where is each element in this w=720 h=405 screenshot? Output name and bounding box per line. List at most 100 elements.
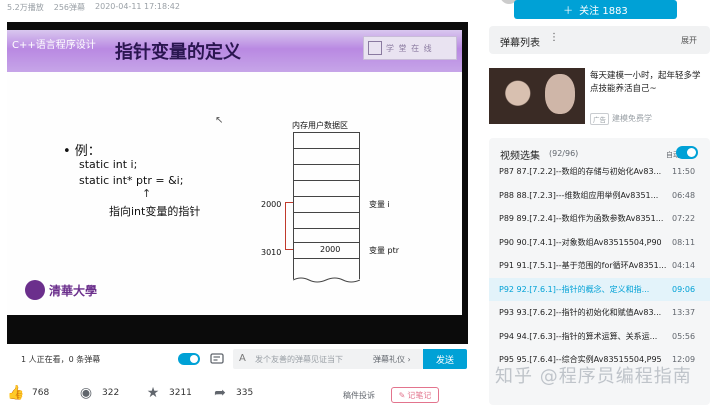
- code-line-1: static int i;: [79, 158, 138, 171]
- favorite-button[interactable]: ★ 3211: [145, 385, 192, 401]
- logo-text: 学 堂 在 线: [386, 43, 433, 53]
- coin-icon: ◉: [79, 385, 93, 401]
- ad-badge: 广告: [590, 113, 609, 125]
- memory-row-line: [293, 212, 360, 213]
- episode-title: P87 87.[7.2.2]--数组的存储与初始化Av83...: [499, 167, 662, 177]
- ad-face-image: [545, 74, 575, 114]
- memory-break-wave: [293, 277, 360, 283]
- var-ptr-label: 变量 ptr: [369, 246, 400, 255]
- more-options-icon[interactable]: ⋮: [549, 32, 559, 43]
- favorite-count: 3211: [169, 388, 192, 398]
- danmaku-bar: 1 人正在看，0 条弹幕 A 发个友善的弹幕见证当下 弹幕礼仪 › 发送: [7, 344, 468, 374]
- like-button[interactable]: 👍 768: [7, 385, 50, 401]
- send-button[interactable]: 发送: [423, 349, 467, 369]
- playlist-items: P87 87.[7.2.2]--数组的存储与初始化Av83... 11:50 P…: [489, 160, 710, 372]
- danmaku-input[interactable]: A 发个友善的弹幕见证当下 弹幕礼仪 ›: [233, 349, 423, 369]
- episode-title: P94 94.[7.6.3]--指针的算术运算、关系运...: [499, 331, 658, 341]
- playlist-item[interactable]: P90 90.[7.4.1]--对象数组Av83515504,P90 08:11: [489, 231, 710, 255]
- tsinghua-seal-icon: [25, 280, 45, 300]
- memory-row-line: [293, 258, 360, 259]
- slide-header: C++语言程序设计 指针变量的定义 学 堂 在 线: [7, 30, 462, 72]
- upload-date: 2020-04-11 17:18:42: [95, 2, 180, 11]
- memory-title: 内存用户数据区: [292, 121, 348, 130]
- video-frame[interactable]: C++语言程序设计 指针变量的定义 学 堂 在 线 • 例： static in…: [7, 30, 462, 315]
- memory-row-line: [293, 164, 360, 165]
- playlist-item[interactable]: P87 87.[7.2.2]--数组的存储与初始化Av83... 11:50: [489, 160, 710, 184]
- tsinghua-logo: 清華大學: [25, 280, 97, 300]
- episode-duration: 13:37: [672, 308, 696, 317]
- memory-row-line: [293, 242, 360, 243]
- share-button[interactable]: ➦ 335: [212, 385, 253, 401]
- episode-title: P89 89.[7.2.4]--数组作为函数参数Av8351...: [499, 214, 664, 224]
- danmaku-toggle[interactable]: [178, 353, 200, 365]
- action-bar: 👍 768 ◉ 322 ★ 3211 ➦ 335 稿件投诉 ✎ 记笔记: [0, 380, 470, 405]
- mouse-cursor-icon: ↖: [215, 115, 224, 126]
- autoplay-toggle[interactable]: [676, 146, 698, 159]
- share-count: 335: [236, 388, 254, 398]
- pointer-note: 指向int变量的指针: [109, 205, 201, 218]
- notes-button[interactable]: ✎ 记笔记: [391, 387, 439, 403]
- memory-row-line: [293, 228, 360, 229]
- playlist-item[interactable]: P88 88.[7.2.3]---维数组应用举例Av8351... 06:48: [489, 184, 710, 208]
- episode-title: P91 91.[7.5.1]--基于范围的for循环Av8351...: [499, 261, 667, 271]
- arrow-up-icon: ↑: [142, 187, 152, 200]
- episode-duration: 05:56: [672, 331, 696, 341]
- video-meta: 5.2万播放 256弹幕 2020-04-11 17:18:42: [7, 2, 180, 13]
- episode-title: P92 92.[7.6.1]--指针的概念、定义和指...: [499, 284, 650, 294]
- report-link[interactable]: 稿件投诉: [343, 390, 375, 401]
- danmaku-count: 256弹幕: [53, 3, 86, 12]
- episode-duration: 07:22: [672, 214, 696, 223]
- danmaku-placeholder: 发个友善的弹幕见证当下: [255, 355, 343, 364]
- memory-row-line: [293, 148, 360, 149]
- coin-count: 322: [102, 388, 120, 398]
- slide-title: 指针变量的定义: [115, 42, 241, 63]
- playlist-item-active[interactable]: P92 92.[7.6.1]--指针的概念、定义和指... 09:06: [489, 277, 710, 301]
- episode-duration: 06:48: [672, 190, 696, 200]
- address-i: 2000: [261, 200, 282, 209]
- episode-title: P93 93.[7.6.2]--指针的初始化和赋值Av83...: [499, 308, 662, 318]
- memory-row-line: [293, 196, 360, 197]
- plus-icon: ＋: [563, 6, 574, 17]
- like-count: 768: [32, 388, 50, 398]
- follow-button[interactable]: ＋ 关注 1883: [514, 0, 677, 19]
- playlist-item[interactable]: P94 94.[7.6.3]--指针的算术运算、关系运... 05:56: [489, 325, 710, 349]
- expand-button[interactable]: 展开: [681, 35, 697, 46]
- danmaku-settings-icon[interactable]: [210, 352, 224, 366]
- playlist-item[interactable]: P89 89.[7.2.4]--数组作为函数参数Av8351... 07:22: [489, 207, 710, 231]
- logo-mark-icon: [368, 41, 382, 55]
- coin-button[interactable]: ◉ 322: [78, 385, 119, 401]
- ptr-value: 2000: [320, 245, 341, 254]
- memory-row-line: [293, 180, 360, 181]
- ad-title[interactable]: 每天建模一小时，起年轻多学点技能养活自己~: [590, 70, 708, 96]
- pointer-link: [285, 202, 293, 250]
- share-arrow-icon: ➦: [214, 385, 226, 401]
- playlist-item[interactable]: P93 93.[7.6.2]--指针的初始化和赋值Av83... 13:37: [489, 301, 710, 325]
- memory-diagram: [293, 132, 360, 279]
- danmaku-list-header[interactable]: 弹幕列表 ⋮ 展开: [489, 26, 710, 54]
- episode-title: P90 90.[7.4.1]--对象数组Av83515504,P90: [499, 237, 662, 247]
- star-icon: ★: [146, 385, 160, 401]
- address-ptr: 3010: [261, 248, 282, 257]
- viewer-count: 1 人正在看，0 条弹幕: [21, 355, 101, 364]
- slide-course: C++语言程序设计: [12, 40, 96, 51]
- playlist-item[interactable]: P91 91.[7.5.1]--基于范围的for循环Av8351... 04:1…: [489, 254, 710, 278]
- danmaku-list-title: 弹幕列表: [500, 38, 540, 49]
- xuetang-logo: 学 堂 在 线: [363, 36, 457, 60]
- example-heading: • 例：: [63, 144, 101, 159]
- danmaku-etiquette-link[interactable]: 弹幕礼仪 ›: [373, 354, 411, 365]
- episode-duration: 11:50: [672, 167, 696, 176]
- episode-duration: 09:06: [672, 284, 696, 294]
- notes-label: 记笔记: [407, 390, 432, 400]
- follow-label: 关注 1883: [579, 6, 628, 17]
- ad-source: 建模免费学: [612, 114, 652, 123]
- play-count: 5.2万播放: [7, 3, 44, 12]
- episode-duration: 08:11: [672, 237, 696, 247]
- note-icon: ✎: [398, 390, 406, 400]
- var-i-label: 变量 i: [369, 200, 390, 209]
- episode-title: P88 88.[7.2.3]---维数组应用举例Av8351...: [499, 190, 659, 200]
- playlist-count: (92/96): [549, 149, 579, 158]
- video-page: 5.2万播放 256弹幕 2020-04-11 17:18:42 ＋ 关注 18…: [0, 0, 720, 405]
- font-style-icon[interactable]: A: [239, 353, 246, 364]
- episode-duration: 04:14: [672, 261, 696, 270]
- zhihu-watermark: 知乎 @程序员编程指南: [495, 366, 692, 387]
